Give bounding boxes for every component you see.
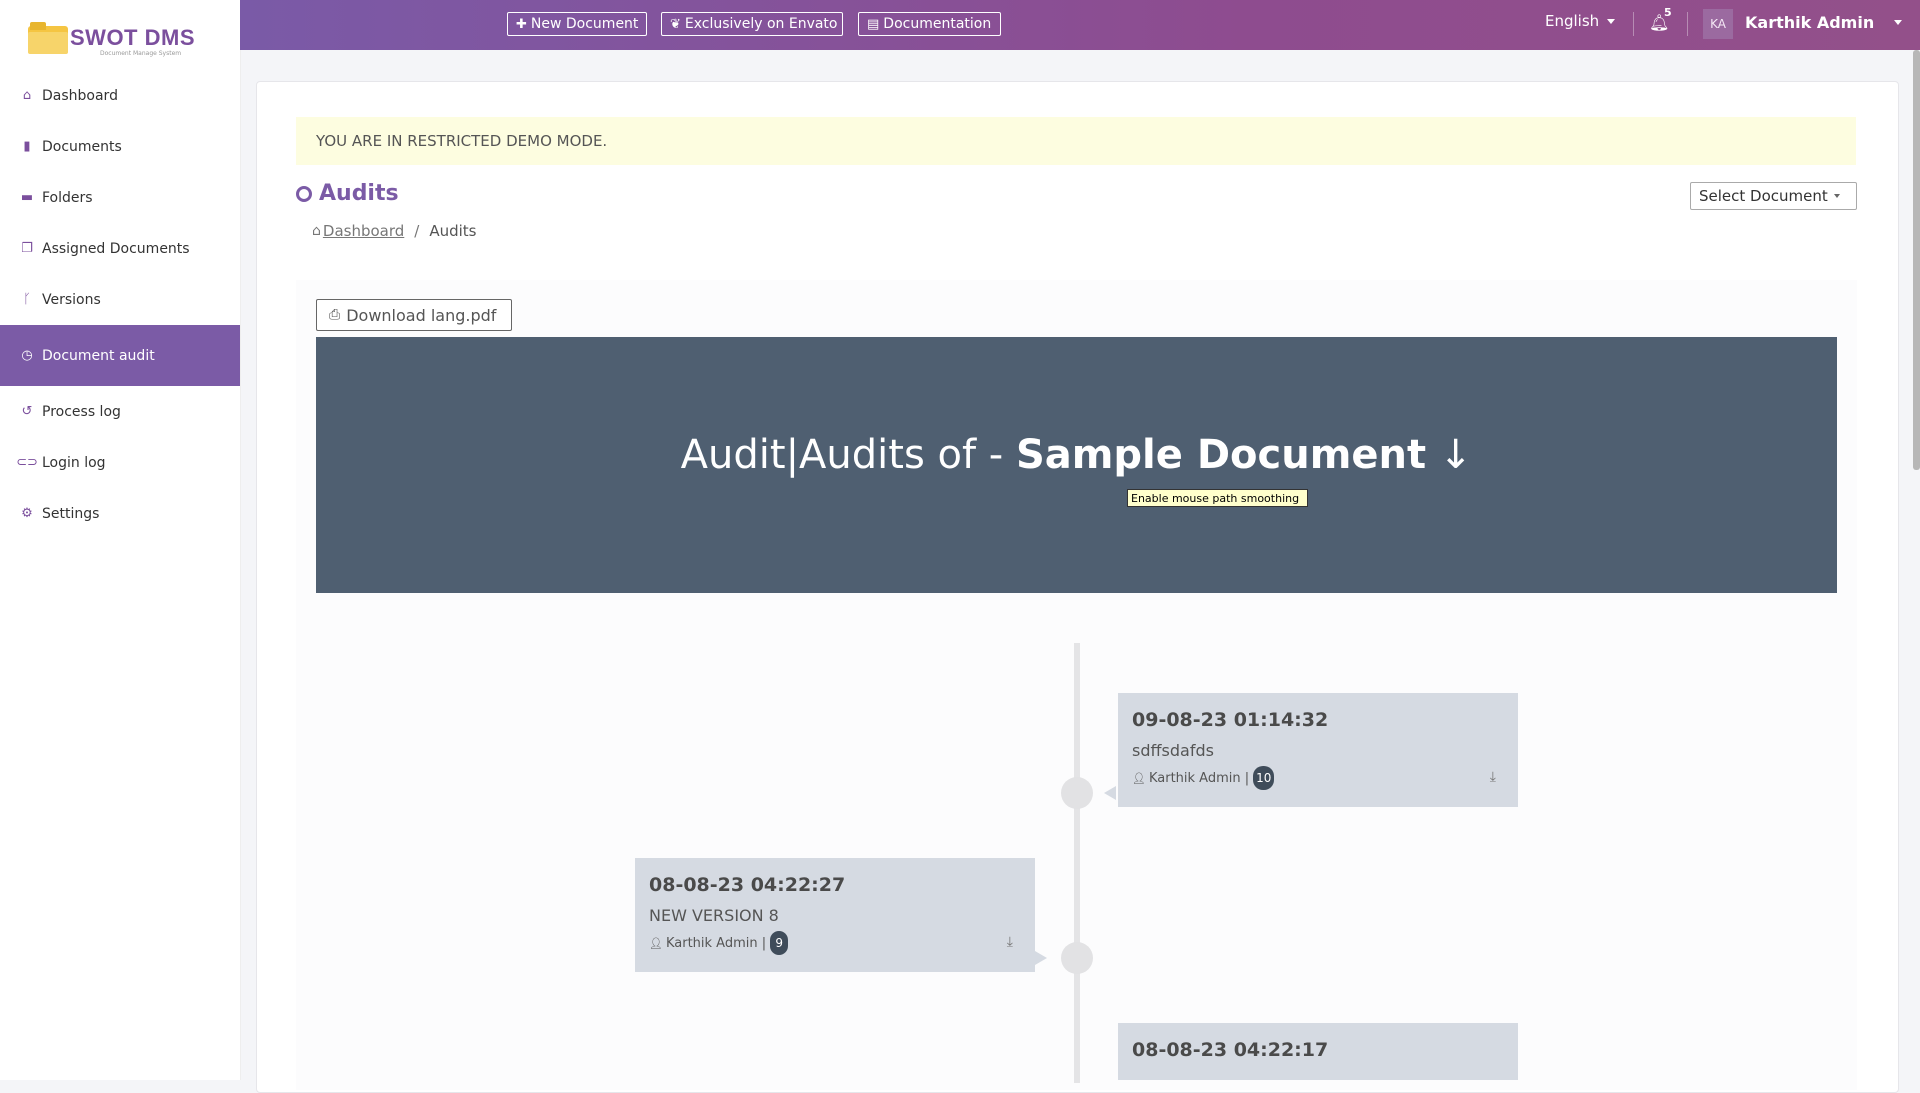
breadcrumb: ⌂ Dashboard / Audits — [312, 222, 477, 240]
download-icon[interactable]: ⤓ — [1490, 769, 1496, 785]
plus-icon: ✚ — [516, 16, 527, 32]
hero-document-name: Sample Document — [1015, 432, 1427, 478]
select-document-label: Select Document — [1699, 187, 1828, 205]
clock-icon: ◷ — [21, 348, 33, 363]
folder-icon: ▬ — [20, 190, 34, 205]
sidebar-nav: ⌂ Dashboard ▮ Documents ▬ Folders ❐ Assi… — [0, 70, 240, 539]
cogs-icon: ⚙ — [21, 506, 33, 521]
select-document-dropdown[interactable]: Select Document — [1690, 182, 1857, 210]
brand-name: SWOT DMS — [70, 25, 195, 50]
language-dropdown[interactable]: English — [1545, 12, 1616, 30]
download-pdf-label: Download lang.pdf — [346, 305, 497, 325]
new-document-label: New Document — [530, 16, 639, 32]
page-title: Audits — [296, 181, 399, 206]
sidebar-item-dashboard[interactable]: ⌂ Dashboard — [0, 70, 240, 121]
sidebar-item-label: Assigned Documents — [42, 240, 190, 257]
sidebar-item-document-audit[interactable]: ◷ Document audit — [0, 325, 240, 386]
book-icon: ▤ — [867, 16, 880, 32]
audit-hero-banner: Audit|Audits of - Sample Document ↓ — [316, 337, 1837, 593]
copy-icon: ❐ — [21, 241, 33, 256]
sidebar: SWOT DMS Document Manage System ⌂ Dashbo… — [0, 0, 240, 1080]
audit-datetime: 09-08-23 01:14:32 — [1132, 709, 1329, 731]
language-label: English — [1545, 12, 1600, 30]
sidebar-item-label: Documents — [42, 138, 122, 155]
scrollbar[interactable] — [1913, 50, 1920, 470]
audit-user: Karthik Admin | — [1148, 770, 1250, 786]
audit-meta: 👤︎ Karthik Admin | 9 — [649, 931, 1021, 955]
audit-description: NEW VERSION 8 — [649, 906, 779, 925]
version-badge: 9 — [770, 931, 789, 955]
sidebar-item-label: Versions — [42, 291, 101, 308]
breadcrumb-dashboard-link[interactable]: Dashboard — [323, 222, 404, 240]
divider — [1687, 12, 1688, 36]
hero-prefix: Audit|Audits of - — [680, 432, 1016, 478]
version-badge: 10 — [1253, 766, 1275, 790]
user-name: Karthik Admin — [1745, 13, 1875, 32]
toggle-icon: ⊂⊃ — [16, 455, 38, 470]
download-pdf-button[interactable]: ⎙ Download lang.pdf — [316, 299, 512, 331]
sidebar-item-versions[interactable]: ᚴ Versions — [0, 274, 240, 325]
sidebar-item-label: Document audit — [42, 347, 155, 364]
sidebar-item-documents[interactable]: ▮ Documents — [0, 121, 240, 172]
logo[interactable]: SWOT DMS Document Manage System — [28, 18, 195, 58]
divider — [1633, 12, 1634, 36]
audit-datetime: 08-08-23 04:22:27 — [649, 874, 846, 896]
page-title-text: Audits — [319, 181, 399, 206]
branch-icon: ᚴ — [23, 292, 31, 307]
sidebar-item-assigned-documents[interactable]: ❐ Assigned Documents — [0, 223, 240, 274]
tooltip: Enable mouse path smoothing — [1127, 489, 1308, 507]
user-icon: 👤︎ — [1132, 771, 1146, 785]
sidebar-item-label: Dashboard — [42, 87, 118, 104]
home-icon: ⌂ — [312, 223, 321, 239]
sidebar-item-login-log[interactable]: ⊂⊃ Login log — [0, 437, 240, 488]
sidebar-item-folders[interactable]: ▬ Folders — [0, 172, 240, 223]
chevron-down-icon — [1833, 194, 1840, 198]
user-menu[interactable]: Karthik Admin — [1745, 13, 1903, 32]
sidebar-item-settings[interactable]: ⚙ Settings — [0, 488, 240, 539]
envato-label: Exclusively on Envato — [684, 16, 838, 32]
folder-logo-icon — [28, 22, 68, 54]
envato-button[interactable]: ❦ Exclusively on Envato — [661, 12, 843, 36]
topbar: ✚ New Document ❦ Exclusively on Envato ▤… — [240, 0, 1920, 50]
chevron-down-icon — [1894, 20, 1903, 25]
documentation-button[interactable]: ▤ Documentation — [858, 12, 1001, 36]
history-icon: ↺ — [21, 404, 33, 419]
timeline-entry: 08-08-23 04:22:17 — [1118, 1023, 1518, 1080]
timeline-line — [1074, 643, 1080, 1083]
demo-mode-alert: YOU ARE IN RESTRICTED DEMO MODE. — [296, 117, 1856, 165]
documentation-label: Documentation — [883, 16, 992, 32]
arrow-down-icon: ↓ — [1438, 432, 1473, 478]
new-document-button[interactable]: ✚ New Document — [507, 12, 647, 36]
clock-icon — [296, 185, 312, 202]
breadcrumb-current: Audits — [429, 222, 477, 240]
download-icon[interactable]: ⤓ — [1007, 934, 1013, 950]
timeline-dot — [1061, 942, 1093, 974]
timeline-entry: 08-08-23 04:22:27 NEW VERSION 8 👤︎ Karth… — [635, 858, 1035, 972]
audit-description: sdffsdafds — [1132, 741, 1214, 760]
breadcrumb-separator: / — [414, 222, 420, 240]
sidebar-item-process-log[interactable]: ↺ Process log — [0, 386, 240, 437]
timeline-pointer — [1104, 786, 1116, 800]
sidebar-item-label: Process log — [42, 403, 121, 420]
chevron-down-icon — [1607, 18, 1616, 24]
timeline-dot — [1061, 777, 1093, 809]
timeline-entry: 09-08-23 01:14:32 sdffsdafds 👤︎ Karthik … — [1118, 693, 1518, 807]
file-icon: ▮ — [23, 139, 31, 154]
audit-meta: 👤︎ Karthik Admin | 10 — [1132, 766, 1504, 790]
brand-tagline: Document Manage System — [100, 50, 182, 57]
leaf-icon: ❦ — [670, 16, 681, 32]
audit-datetime: 08-08-23 04:22:17 — [1132, 1039, 1329, 1061]
sidebar-item-label: Settings — [42, 505, 100, 522]
hero-title: Audit|Audits of - Sample Document ↓ — [316, 432, 1837, 478]
user-icon: 👤︎ — [649, 936, 663, 950]
audit-user: Karthik Admin | — [665, 935, 767, 951]
sidebar-item-label: Folders — [42, 189, 93, 206]
print-icon: ⎙ — [329, 307, 341, 323]
home-icon: ⌂ — [22, 88, 32, 103]
avatar[interactable]: KA — [1703, 9, 1733, 39]
notification-count: 5 — [1664, 6, 1672, 19]
sidebar-item-label: Login log — [42, 454, 106, 471]
timeline-pointer — [1035, 951, 1047, 965]
